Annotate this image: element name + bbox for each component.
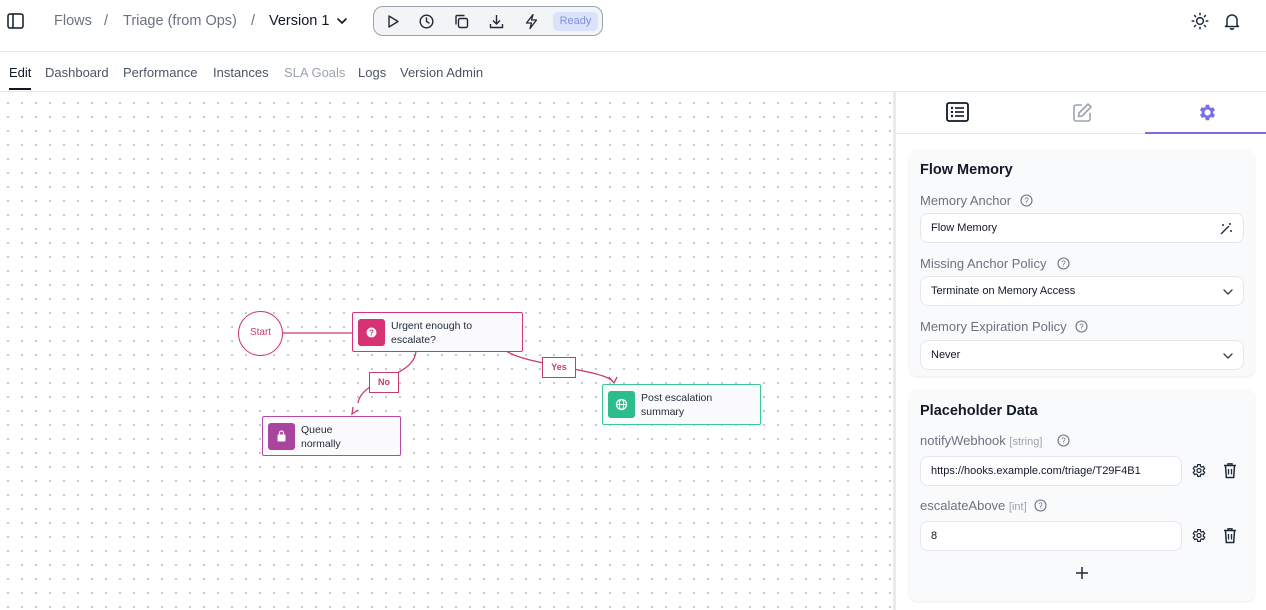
notify-webhook-input[interactable]: https://hooks.example.com/triage/T29F4B1 <box>920 456 1182 486</box>
top-bar: Flows / Triage (from Ops) / Version 1 Re… <box>0 0 1266 44</box>
tab-editor[interactable] <box>1020 92 1145 134</box>
flow-canvas[interactable]: Start ? Urgent enough to escalate? Queue… <box>0 92 893 610</box>
flow-memory-card: Flow Memory Memory Anchor ? Flow Memory … <box>909 150 1255 376</box>
version-selector[interactable]: Version 1 <box>269 13 329 29</box>
help-icon[interactable]: ? <box>1057 257 1070 270</box>
svg-text:?: ? <box>1061 259 1066 268</box>
gear-icon[interactable] <box>1191 527 1207 544</box>
header-divider <box>0 51 1266 52</box>
memory-expiration-label: Memory Expiration Policy <box>920 319 1067 334</box>
chevron-down-icon[interactable] <box>336 15 348 27</box>
flow-memory-title: Flow Memory <box>920 162 1013 178</box>
gear-icon[interactable] <box>1191 462 1207 479</box>
help-icon[interactable]: ? <box>1020 194 1033 207</box>
flow-toolbar: Ready <box>373 6 603 36</box>
missing-anchor-policy-select[interactable]: Terminate on Memory Access <box>920 276 1244 306</box>
plus-icon[interactable] <box>1075 566 1089 580</box>
start-node[interactable]: Start <box>238 311 283 356</box>
help-icon[interactable]: ? <box>1057 434 1070 447</box>
placeholder-name: notifyWebhook <box>920 433 1006 448</box>
placeholder-type: [string] <box>1009 436 1043 448</box>
placeholder-name: escalateAbove <box>920 498 1006 513</box>
missing-anchor-label: Missing Anchor Policy <box>920 256 1047 271</box>
placeholder-data-card: Placeholder Data notifyWebhook [string] … <box>909 389 1255 601</box>
breadcrumb-separator: / <box>104 13 109 29</box>
post-node-label: Post escalation summary <box>641 392 713 418</box>
tab-instances[interactable]: Instances <box>213 65 269 80</box>
post-node[interactable]: Post escalation summary <box>602 384 761 425</box>
decision-node-label: Urgent enough to escalate? <box>391 320 473 346</box>
escalate-above-value: 8 <box>931 530 938 542</box>
trash-icon[interactable] <box>1222 462 1238 479</box>
memory-expiration-select[interactable]: Never <box>920 340 1244 370</box>
memory-anchor-value: Flow Memory <box>931 222 998 234</box>
tab-settings[interactable] <box>1145 92 1266 134</box>
edge-label-yes[interactable]: Yes <box>542 357 576 378</box>
bell-icon[interactable] <box>1223 12 1241 30</box>
active-panel-tab-indicator <box>1145 132 1266 134</box>
breadcrumb-flows[interactable]: Flows <box>54 13 92 29</box>
svg-text:?: ? <box>1038 501 1043 510</box>
breadcrumb-flow-name[interactable]: Triage (from Ops) <box>123 13 237 29</box>
tab-edit[interactable]: Edit <box>9 65 31 80</box>
missing-anchor-value: Terminate on Memory Access <box>931 285 1076 297</box>
memory-anchor-field[interactable]: Flow Memory <box>920 213 1244 243</box>
bag-icon <box>268 423 295 450</box>
notify-webhook-value: https://hooks.example.com/triage/T29F4B1 <box>931 465 1141 477</box>
history-icon[interactable] <box>418 13 435 30</box>
tab-logs[interactable]: Logs <box>358 65 386 80</box>
help-icon[interactable]: ? <box>1075 320 1088 333</box>
magic-wand-icon[interactable] <box>1219 222 1233 236</box>
status-badge: Ready <box>553 12 598 31</box>
placeholder-name-label: notifyWebhook [string] <box>920 433 1042 448</box>
question-icon: ? <box>358 319 385 346</box>
list-icon <box>946 102 969 122</box>
placeholder-data-title: Placeholder Data <box>920 403 1038 419</box>
svg-text:?: ? <box>1079 322 1084 331</box>
svg-text:?: ? <box>1061 436 1066 445</box>
chevron-down-icon <box>1223 353 1233 359</box>
placeholder-type: [int] <box>1008 501 1027 513</box>
lightning-icon[interactable] <box>523 13 540 30</box>
placeholder-name-label: escalateAbove [int] <box>920 498 1027 513</box>
svg-text:?: ? <box>369 329 374 338</box>
tab-outline[interactable] <box>896 92 1020 134</box>
edit-icon <box>1073 103 1092 122</box>
memory-anchor-label: Memory Anchor <box>920 193 1012 208</box>
tab-performance[interactable]: Performance <box>123 65 197 80</box>
breadcrumb-separator: / <box>251 13 256 29</box>
sun-icon[interactable] <box>1191 12 1209 30</box>
decision-node[interactable]: ? Urgent enough to escalate? <box>352 312 523 352</box>
tab-dashboard[interactable]: Dashboard <box>45 65 109 80</box>
copy-icon[interactable] <box>453 13 470 30</box>
queue-node[interactable]: Queue normally <box>262 416 401 456</box>
queue-node-label: Queue normally <box>301 424 341 450</box>
tab-version-admin[interactable]: Version Admin <box>400 65 483 80</box>
trash-icon[interactable] <box>1222 527 1238 544</box>
svg-text:?: ? <box>1024 196 1029 205</box>
escalate-above-input[interactable]: 8 <box>920 521 1182 551</box>
tab-sla-goals[interactable]: SLA Goals <box>284 65 345 80</box>
download-icon[interactable] <box>488 13 505 30</box>
help-icon[interactable]: ? <box>1034 499 1047 512</box>
edge-label-no[interactable]: No <box>369 372 399 393</box>
globe-icon <box>608 391 635 418</box>
memory-expiration-value: Never <box>931 349 961 361</box>
play-icon[interactable] <box>384 13 401 30</box>
sidebar-toggle-icon[interactable] <box>7 13 24 29</box>
gear-icon <box>1199 104 1216 121</box>
chevron-down-icon <box>1223 289 1233 295</box>
edge-no-arrow <box>351 406 359 416</box>
active-tab-indicator <box>9 88 31 90</box>
properties-panel: Flow Memory Memory Anchor ? Flow Memory … <box>896 92 1266 610</box>
